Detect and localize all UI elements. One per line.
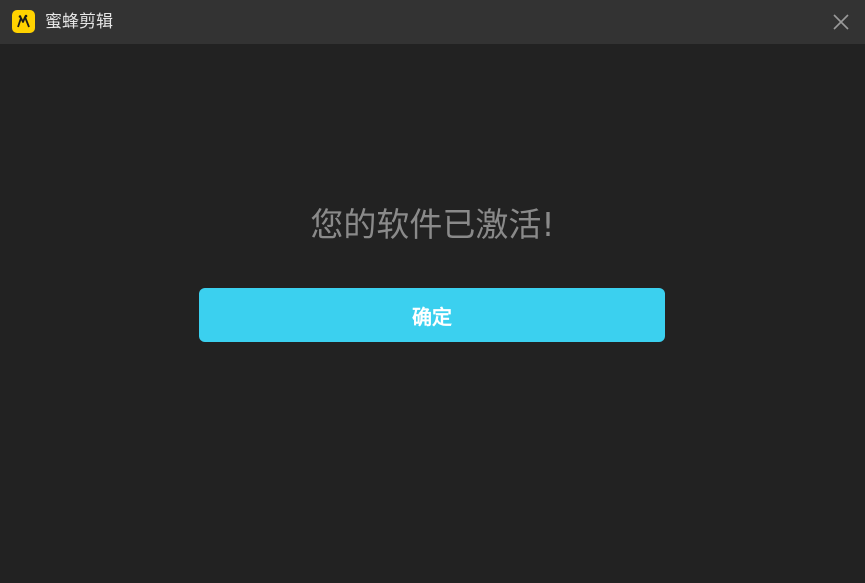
close-icon xyxy=(833,14,849,30)
close-button[interactable] xyxy=(827,8,855,36)
title-bar: 蜜蜂剪辑 xyxy=(0,0,865,44)
confirm-button[interactable]: 确定 xyxy=(199,288,665,342)
window-title: 蜜蜂剪辑 xyxy=(45,12,113,32)
bee-logo-icon xyxy=(12,10,35,33)
activation-message: 您的软件已激活! xyxy=(310,205,555,244)
app-window: 蜜蜂剪辑 您的软件已激活! 确定 xyxy=(0,0,865,583)
dialog-content: 您的软件已激活! 确定 xyxy=(0,44,865,583)
